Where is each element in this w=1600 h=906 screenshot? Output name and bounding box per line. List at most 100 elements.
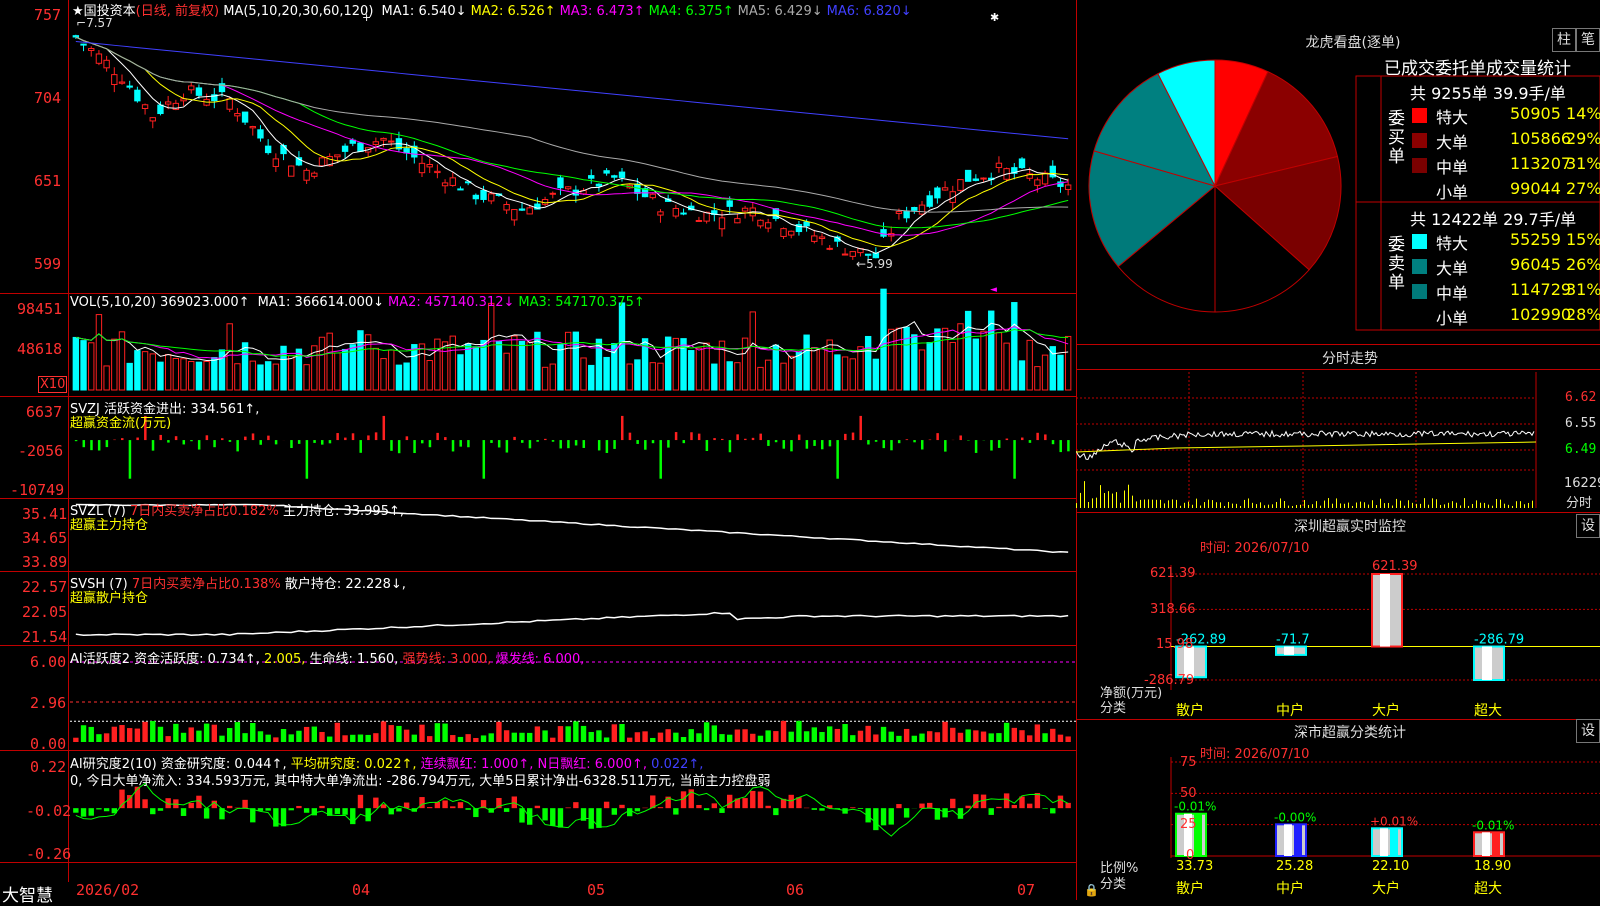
intraday-vol (1208, 500, 1209, 508)
svzj-bar (136, 438, 139, 441)
x-tick: 05 (587, 881, 605, 899)
candle (789, 231, 794, 235)
ai-active-bar (604, 737, 609, 742)
ai-active-bar (850, 735, 855, 742)
intraday-vol (1084, 481, 1085, 508)
intraday-vol (1092, 498, 1093, 508)
ai-research-bar (1042, 808, 1047, 809)
volume-bar (512, 336, 517, 390)
ai-active-bar (319, 732, 324, 742)
ai-active-bar (135, 729, 140, 742)
ai-research-bar (989, 808, 994, 815)
candle (481, 191, 486, 200)
ai-research-bar (296, 806, 301, 808)
volume-bar (273, 364, 278, 390)
svzl-ratio: 7日内买卖净占比0.182% (130, 504, 279, 519)
volume-bar (381, 359, 386, 390)
svzj-bar (959, 435, 962, 440)
svzj-bar (729, 440, 732, 452)
settings-button-2[interactable]: 设 (1576, 719, 1600, 743)
svzj-bar (236, 440, 239, 451)
candle (358, 143, 363, 151)
ai-active-bar (465, 734, 470, 742)
ai-active-bar (512, 733, 517, 742)
candle (558, 178, 563, 188)
volume-bar (1004, 343, 1009, 390)
volume-bar (750, 312, 755, 390)
ai-research-bar (1065, 803, 1070, 808)
intraday-vol (1100, 485, 1101, 508)
ai-active-bar (742, 729, 747, 742)
candle (281, 145, 286, 153)
category-label: 超大 (1474, 703, 1502, 719)
svsh-ratio: 7日内买卖净占比0.138% (132, 577, 281, 592)
change-label: -0.01% (1174, 800, 1216, 814)
volume-bar (619, 303, 624, 390)
dragon-subtitle: 已成交委托单成交量统计 (1384, 54, 1571, 79)
ai-active-bar (619, 724, 624, 742)
intraday-vol (1260, 502, 1261, 508)
svzj-bar (621, 416, 624, 440)
volume-bar (173, 358, 178, 390)
candle (435, 171, 440, 172)
ai-active-bar (173, 724, 178, 742)
candle (996, 163, 1001, 167)
volume-bar (773, 345, 778, 390)
intraday-vol (1456, 503, 1457, 508)
pie-chart (1089, 60, 1341, 312)
bar-mode-button[interactable]: 柱 (1552, 28, 1576, 52)
intraday-vol (1120, 503, 1121, 508)
ai-research-bar (104, 808, 109, 811)
volume-bar (1042, 355, 1047, 390)
intraday-vol (1436, 499, 1437, 508)
intraday-vol (1088, 502, 1089, 508)
volume-bar (212, 358, 217, 390)
volume-bar (827, 340, 832, 390)
settings-button[interactable]: 设 (1576, 514, 1600, 538)
ai-active-bar (365, 735, 370, 742)
svzj-bar (498, 440, 501, 447)
tick-mode-button[interactable]: 笔 (1576, 28, 1600, 52)
ai-research-bar (519, 808, 524, 822)
intraday-vol (1420, 504, 1421, 508)
candle (696, 220, 701, 221)
ai-research-bar (158, 808, 163, 811)
ai-active-bar (781, 721, 786, 742)
ai-active-bar (373, 733, 378, 742)
ai-active-bar (650, 738, 655, 742)
svzj-bar (90, 440, 93, 450)
ai-research-bar (965, 806, 970, 808)
volume-bar (604, 357, 609, 390)
intraday-vol (1516, 501, 1517, 508)
intraday-vol (1460, 505, 1461, 508)
svzj-bar (829, 440, 832, 446)
svzj-bar (675, 432, 678, 440)
ai-research-bar (696, 805, 701, 808)
svzj-bar (459, 440, 462, 447)
ai-research-bar (558, 808, 563, 827)
ai-research-bar (342, 808, 347, 815)
svzj-bar (98, 440, 101, 450)
ai-research-bar (465, 808, 470, 810)
candle (258, 130, 263, 138)
volume-bar (896, 328, 901, 390)
svzj-bar (844, 434, 847, 440)
ai-research-bar (135, 787, 140, 808)
intraday-vol (1300, 505, 1301, 508)
intraday-vol (1332, 504, 1333, 508)
svzj-bar (767, 440, 770, 446)
candle (896, 212, 901, 214)
svzj-bar (329, 440, 332, 443)
svzj-bar (267, 436, 270, 440)
svzj-bar (175, 436, 178, 440)
y-tick: 6.00 (30, 653, 66, 671)
row-pct: 26% (1566, 255, 1600, 274)
ai-active-bar (81, 725, 86, 742)
intraday-vol (1488, 505, 1489, 508)
ai-research-bar (289, 808, 294, 810)
candle (304, 170, 309, 180)
ai-active-bar (735, 730, 740, 742)
intraday-vol (1136, 501, 1137, 508)
ai-active-bar (912, 736, 917, 742)
ai-research-bar (812, 808, 817, 810)
